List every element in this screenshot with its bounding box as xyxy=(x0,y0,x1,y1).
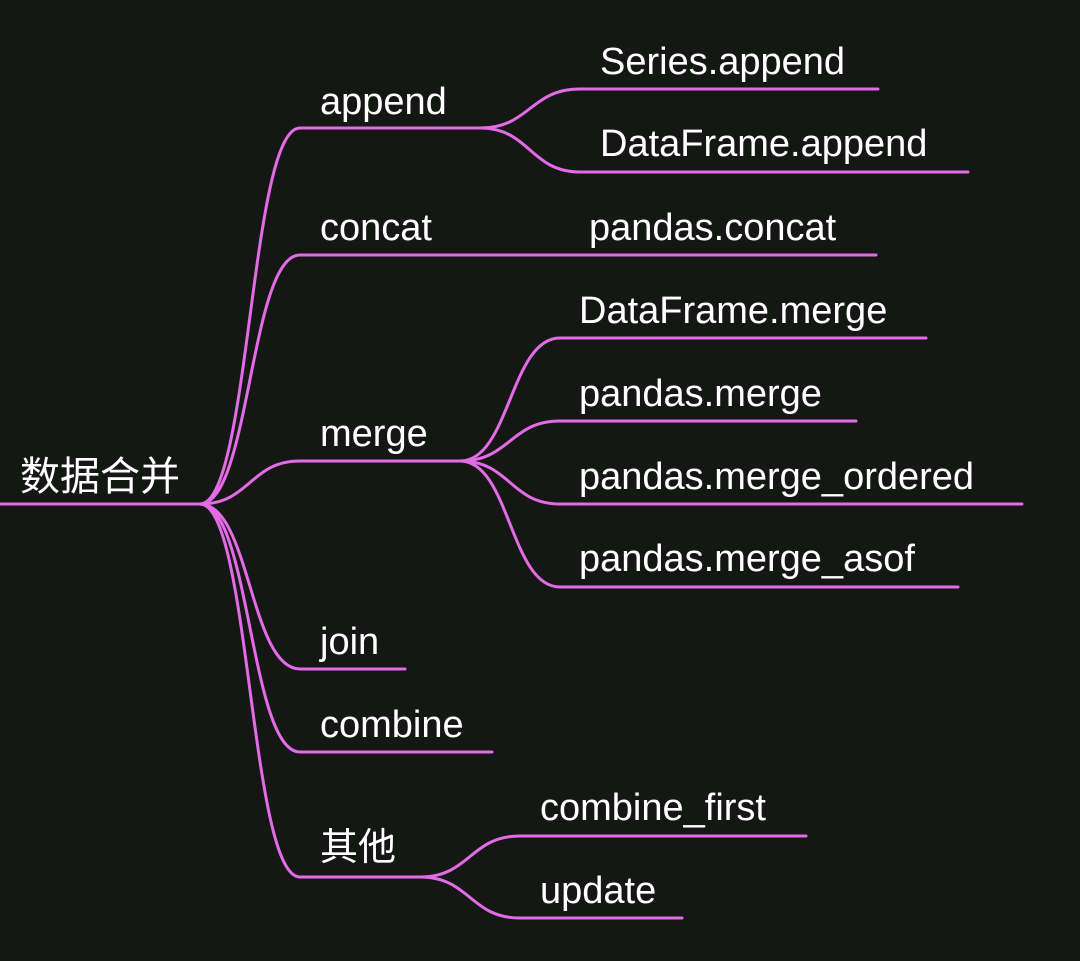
connector-leaf-series-append xyxy=(478,87,582,130)
leaf-label-dataframe-append: DataFrame.append xyxy=(600,123,927,165)
branch-node-other: 其他 xyxy=(320,827,396,869)
connector-leaf-update xyxy=(418,875,522,920)
branch-label-concat: concat xyxy=(320,207,432,249)
branch-label-merge: merge xyxy=(320,413,428,455)
underline-layer xyxy=(0,87,1024,920)
leaf-label-pandas-merge-asof: pandas.merge_asof xyxy=(579,538,915,580)
connector-leaf-pandas-merge-asof xyxy=(458,459,562,589)
leaf-label-update: update xyxy=(540,870,656,912)
branch-node-merge: merge xyxy=(320,413,428,455)
connector-root-other xyxy=(198,502,302,879)
connector-leaf-dataframe-append xyxy=(478,126,582,174)
branch-label-join: join xyxy=(319,621,379,663)
connector-root-combine xyxy=(198,502,302,754)
mindmap-diagram: 数据合并 append concat merge join combine 其他… xyxy=(0,0,1080,961)
leaf-label-series-append: Series.append xyxy=(600,41,845,83)
branch-label-other: 其他 xyxy=(320,827,396,869)
root-label: 数据合并 xyxy=(20,455,180,499)
leaf-label-pandas-merge-ordered: pandas.merge_ordered xyxy=(579,456,974,498)
connector-root-merge xyxy=(198,459,302,506)
connector-root-join xyxy=(198,502,302,671)
branch-node-combine: combine xyxy=(320,704,464,746)
leaf-label-pandas-merge: pandas.merge xyxy=(579,373,822,415)
leaf-label-combine-first: combine_first xyxy=(540,787,766,829)
root-node: 数据合并 xyxy=(20,455,180,499)
branch-node-concat: concat xyxy=(320,207,432,249)
branch-node-join: join xyxy=(319,621,379,663)
mindmap-canvas: 数据合并 append concat merge join combine 其他… xyxy=(0,41,1024,920)
connector-root-concat xyxy=(198,253,302,506)
branch-label-combine: combine xyxy=(320,704,464,746)
branch-node-append: append xyxy=(320,81,447,123)
connector-root-append xyxy=(198,126,302,506)
leaf-label-pandas-concat: pandas.concat xyxy=(589,207,837,249)
connector-leaf-pandas-merge-ordered xyxy=(458,459,562,506)
branch-label-append: append xyxy=(320,81,447,123)
leaf-label-dataframe-merge: DataFrame.merge xyxy=(579,290,887,332)
connector-leaf-combine-first xyxy=(418,834,522,879)
